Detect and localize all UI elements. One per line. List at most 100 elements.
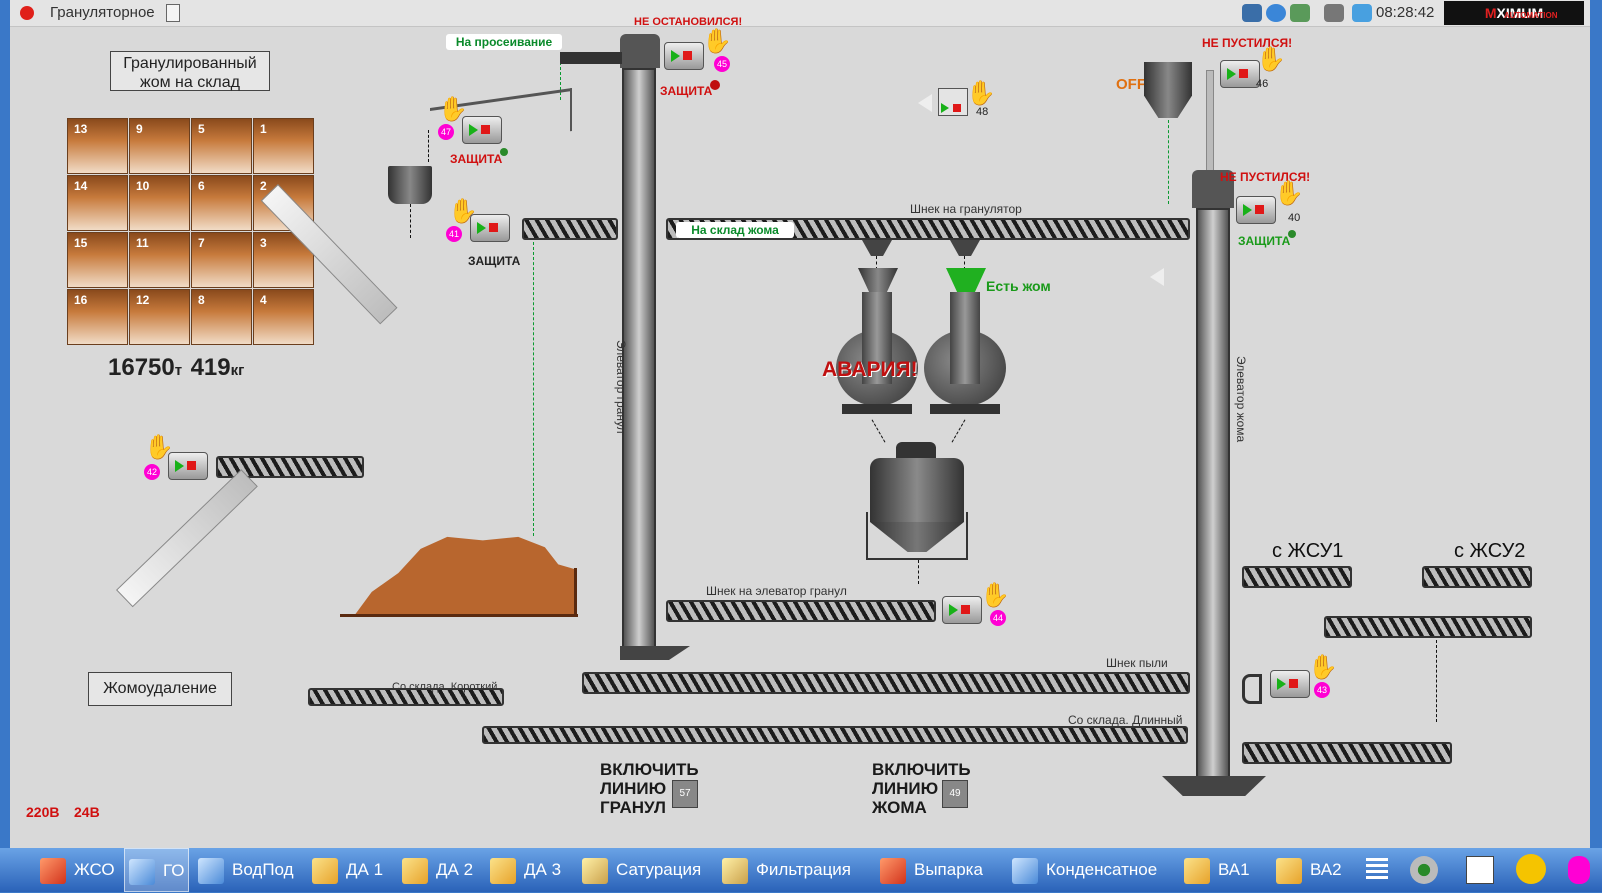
- flow-line: [533, 242, 534, 536]
- screw-to-granule-elevator[interactable]: [666, 600, 936, 622]
- screw-from-warehouse-long[interactable]: [482, 726, 1188, 744]
- granulator-2-base: [930, 404, 1000, 414]
- inclined-belt-left[interactable]: [116, 469, 258, 608]
- flow-line: [871, 419, 886, 443]
- protection-label-41: ЗАЩИТА: [468, 254, 521, 268]
- pulp-line-num: 49: [949, 788, 961, 799]
- task-label: ДА 2: [436, 860, 474, 879]
- not-stopped-label: НЕ ОСТАНОВИЛСЯ!: [634, 16, 743, 28]
- users-icon[interactable]: [1290, 4, 1310, 22]
- warehouse-cell[interactable]: 15: [67, 232, 128, 288]
- task-va2[interactable]: ВА2: [1276, 848, 1342, 892]
- manual-hand-icon[interactable]: ✋: [702, 30, 732, 54]
- warehouse-cell[interactable]: 6: [191, 175, 252, 231]
- task-go[interactable]: ГО: [124, 848, 190, 892]
- flow-line: [951, 419, 966, 443]
- motor-45[interactable]: [664, 42, 704, 70]
- motor-42[interactable]: [168, 452, 208, 480]
- warehouse-cell[interactable]: 9: [129, 118, 190, 174]
- manual-hand-icon[interactable]: ✋: [1256, 48, 1286, 72]
- manual-hand-icon[interactable]: ✋: [1308, 656, 1338, 680]
- settings-icon[interactable]: [1410, 848, 1440, 892]
- manual-mode-icon[interactable]: [1568, 848, 1596, 892]
- record-icon[interactable]: [20, 6, 34, 20]
- document-icon[interactable]: [166, 4, 180, 22]
- warehouse-cell[interactable]: 13: [67, 118, 128, 174]
- speaker-icon[interactable]: [918, 94, 932, 112]
- warehouse-title-line1: Гранулированный: [123, 55, 257, 72]
- taskbar: ЖСО ГО ВодПод ДА 1 ДА 2 ДА 3 Сатурация Ф…: [0, 848, 1602, 892]
- task-evaporation[interactable]: Выпарка: [880, 848, 983, 892]
- task-zhso[interactable]: ЖСО: [40, 848, 115, 892]
- warehouse-cell[interactable]: 12: [129, 289, 190, 345]
- warehouse-cell[interactable]: 1: [253, 118, 314, 174]
- task-filtration[interactable]: Фильтрация: [722, 848, 851, 892]
- screw-from-zhsu1[interactable]: [1242, 566, 1352, 588]
- motor-48[interactable]: [938, 88, 968, 116]
- manual-hand-icon[interactable]: ✋: [438, 98, 468, 122]
- speaker-icon[interactable]: [1150, 268, 1164, 286]
- motor-44[interactable]: [942, 596, 982, 624]
- task-vodpod[interactable]: ВодПод: [198, 848, 294, 892]
- alarm-label: АВАРИЯ!: [822, 358, 918, 381]
- zhso-icon: [40, 857, 66, 884]
- pulp-elevator[interactable]: [1196, 208, 1230, 782]
- off-label: OFF: [1116, 76, 1146, 93]
- motor-41[interactable]: [470, 214, 510, 242]
- voltage-24: 24В: [74, 804, 100, 820]
- elevator-foot: [620, 646, 690, 660]
- warehouse-cell[interactable]: 5: [191, 118, 252, 174]
- motor-46[interactable]: [1220, 60, 1260, 88]
- weight-kg: 419: [190, 354, 231, 381]
- conveyor-to-elevator[interactable]: [522, 218, 618, 240]
- screw-zhsu-collector[interactable]: [1324, 616, 1532, 638]
- motor-47[interactable]: [462, 116, 502, 144]
- task-da1[interactable]: ДА 1: [312, 848, 383, 892]
- elevator-chute: [560, 52, 622, 64]
- title-bar: Грануляторное 08:28:42 MXIMUM AUTOMATION: [10, 0, 1590, 27]
- motor-43[interactable]: [1270, 670, 1310, 698]
- filtration-icon: [722, 857, 748, 884]
- manual-hand-icon[interactable]: ✋: [980, 584, 1010, 608]
- screw-from-zhsu2[interactable]: [1422, 566, 1532, 588]
- chat-icon[interactable]: [1266, 4, 1286, 22]
- task-da3[interactable]: ДА 3: [490, 848, 561, 892]
- granules-line-lock-icon[interactable]: 57: [672, 780, 698, 808]
- task-condensate[interactable]: Конденсатное: [1012, 848, 1157, 892]
- send-icon[interactable]: [1352, 4, 1372, 22]
- warehouse-cell[interactable]: 16: [67, 289, 128, 345]
- motor-40[interactable]: [1236, 196, 1276, 224]
- granulator-1-feeder: [862, 240, 892, 256]
- worker-tools-icon[interactable]: [1516, 848, 1550, 892]
- clock: 08:28:42: [1376, 4, 1435, 21]
- pulp-removal-button[interactable]: Жомоудаление: [88, 672, 232, 706]
- trend-chart-icon[interactable]: [1466, 848, 1496, 892]
- warehouse-cell[interactable]: 14: [67, 175, 128, 231]
- warehouse-cell[interactable]: 8: [191, 289, 252, 345]
- flow-line: [428, 130, 429, 162]
- screw-end: [1242, 674, 1262, 704]
- manual-hand-icon[interactable]: ✋: [1274, 182, 1304, 206]
- flow-line: [964, 256, 965, 270]
- cell-number: 15: [74, 236, 88, 250]
- network-icon[interactable]: [1242, 4, 1262, 22]
- task-da2[interactable]: ДА 2: [402, 848, 473, 892]
- manual-hand-icon[interactable]: ✋: [966, 82, 996, 106]
- list-icon[interactable]: [1366, 848, 1388, 892]
- warehouse-title: Гранулированный жом на склад: [110, 51, 270, 91]
- motor-number-46: 46: [1256, 78, 1269, 90]
- remote-icon[interactable]: [1324, 4, 1344, 22]
- cell-number: 3: [260, 236, 267, 250]
- to-pulp-warehouse-label: На склад жома: [676, 222, 794, 238]
- warehouse-cell[interactable]: 7: [191, 232, 252, 288]
- task-va1[interactable]: ВА1: [1184, 848, 1250, 892]
- warehouse-cell[interactable]: 10: [129, 175, 190, 231]
- pulp-line-lock-icon[interactable]: 49: [942, 780, 968, 808]
- warehouse-cell[interactable]: 11: [129, 232, 190, 288]
- task-saturation[interactable]: Сатурация: [582, 848, 701, 892]
- warehouse-cell[interactable]: 4: [253, 289, 314, 345]
- screw-zhsu-to-elevator[interactable]: [1242, 742, 1452, 764]
- dust-screw[interactable]: [582, 672, 1190, 694]
- go-icon: [129, 858, 155, 885]
- has-pulp-label: Есть жом: [986, 278, 1051, 294]
